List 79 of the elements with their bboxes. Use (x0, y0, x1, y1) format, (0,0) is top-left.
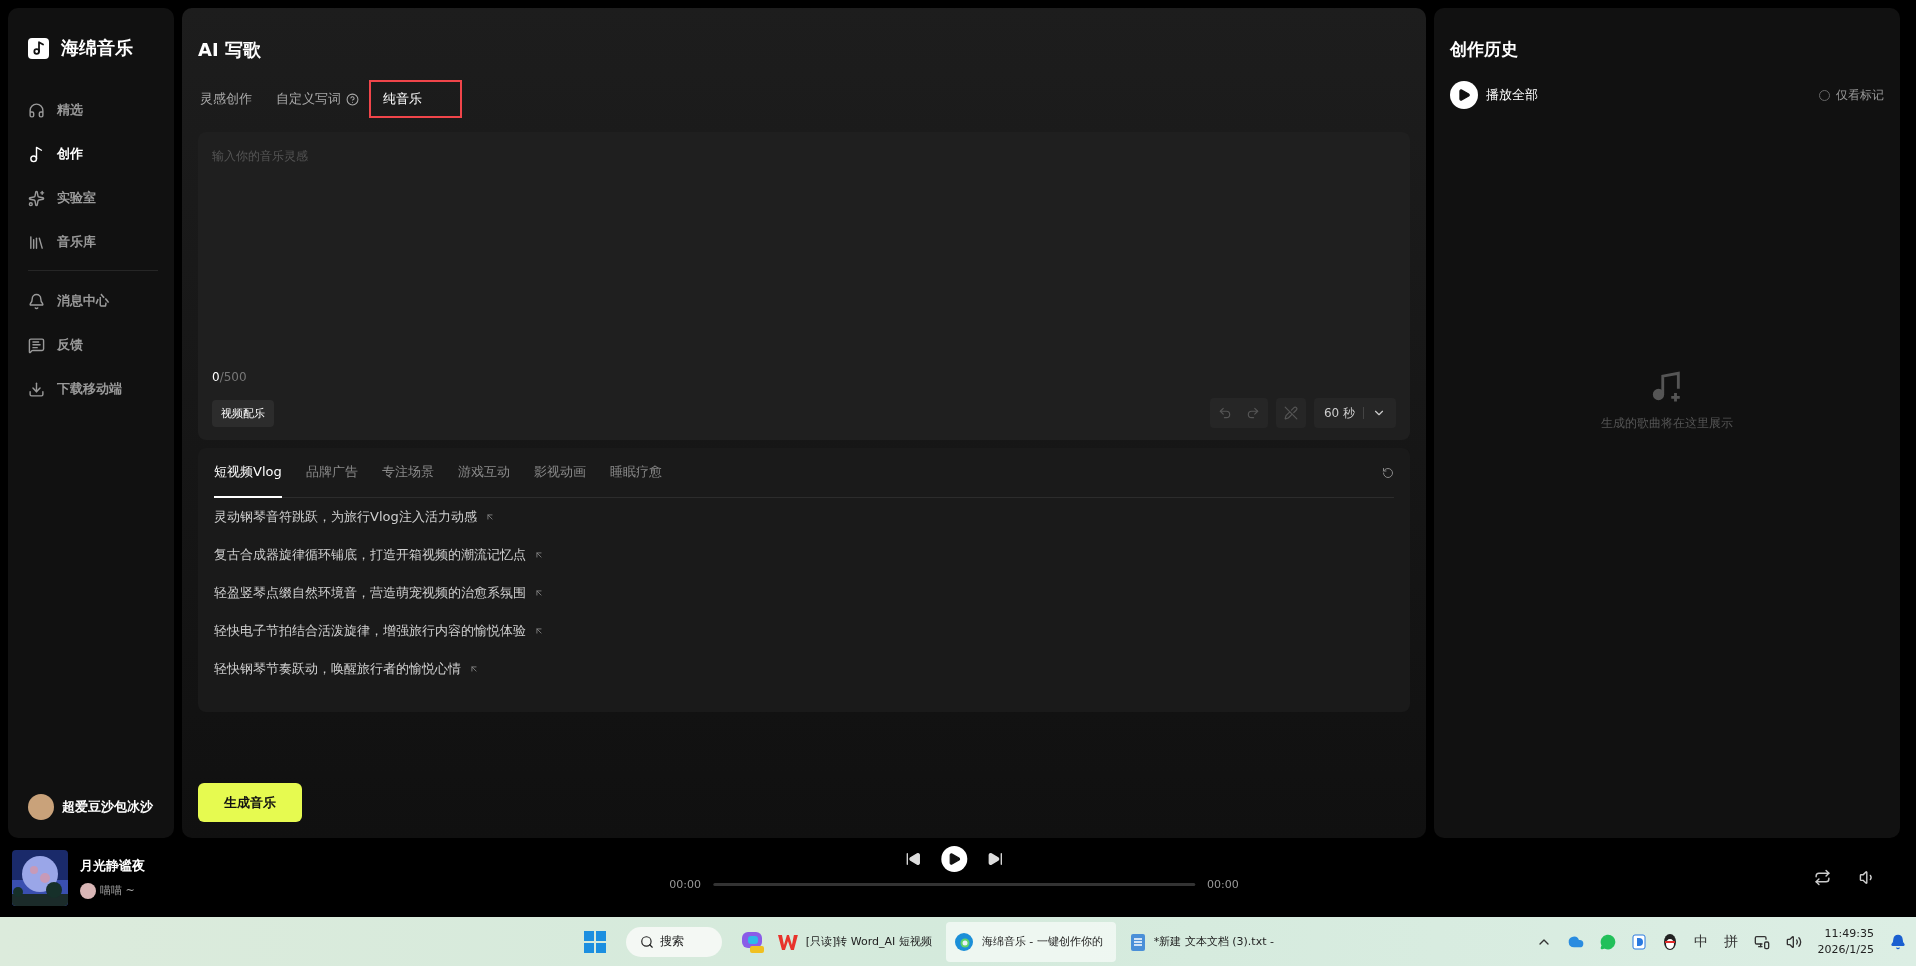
redo-icon[interactable] (1245, 406, 1260, 420)
suggestion-text[interactable]: 轻盈竖琴点缀自然环境音，营造萌宠视频的治愈系氛围 (214, 584, 526, 602)
play-button[interactable] (941, 846, 967, 872)
notepad-icon (1129, 931, 1146, 952)
speaker-icon[interactable] (1785, 933, 1802, 950)
notification-icon[interactable] (1890, 933, 1906, 950)
search-icon (639, 934, 654, 949)
mode-tab[interactable]: 纯音乐 (369, 80, 462, 118)
scene-tab[interactable]: 睡眠疗愈 (609, 447, 662, 498)
empty-message: 生成的歌曲将在这里展示 (1601, 415, 1733, 432)
artist-avatar (80, 882, 96, 899)
message-icon (28, 336, 45, 354)
music-note-icon (28, 145, 45, 163)
duration-select[interactable]: 60 秒 (1313, 398, 1396, 428)
arrow-up-left-icon[interactable] (534, 550, 544, 560)
library-icon (28, 233, 45, 251)
nav-item[interactable]: 创作 (28, 132, 174, 176)
browser-icon (953, 931, 974, 952)
nav-item[interactable]: 反馈 (28, 323, 174, 367)
arrow-up-left-icon[interactable] (534, 626, 544, 636)
help-icon[interactable] (346, 92, 359, 106)
user-avatar[interactable] (28, 794, 54, 820)
arrow-up-left-icon[interactable] (469, 664, 479, 674)
logo-icon (28, 37, 49, 59)
undo-icon[interactable] (1217, 406, 1232, 420)
taskbar-app[interactable]: *新建 文本文档 (3).txt - (1121, 921, 1292, 962)
arrow-up-left-icon[interactable] (534, 588, 544, 598)
nav-item[interactable]: 音乐库 (28, 220, 174, 264)
next-icon[interactable] (987, 851, 1003, 867)
suggestion-text[interactable]: 轻快电子节拍结合活泼旋律，增强旅行内容的愉悦体验 (214, 622, 526, 640)
scene-tab[interactable]: 专注场景 (381, 447, 434, 498)
song-title: 月光静谧夜 (80, 856, 145, 875)
sparkles-icon (28, 189, 45, 207)
artist-name[interactable]: 喵喵 ~ (100, 883, 135, 898)
play-icon (947, 852, 961, 866)
mode-tab[interactable]: 灵感创作 (198, 80, 254, 118)
refresh-icon[interactable] (1382, 466, 1394, 479)
only-marked-option[interactable]: 仅看标记 (1819, 86, 1884, 104)
play-icon (1450, 81, 1478, 109)
play-all-button[interactable]: 播放全部 (1450, 81, 1538, 109)
windows-start-icon[interactable] (583, 930, 606, 953)
previous-icon[interactable] (905, 851, 921, 867)
taskbar-app[interactable]: [只读]转 Word_AI 短视频 (769, 921, 940, 962)
panel-title: 创作历史 (1450, 38, 1519, 61)
taskbar-app[interactable]: 海绵音乐 - 一键创作你的 (945, 921, 1116, 962)
nav-item[interactable]: 消息中心 (28, 279, 174, 323)
page-title: AI 写歌 (198, 38, 262, 62)
network-icon[interactable] (1753, 933, 1770, 950)
bell-icon (28, 292, 45, 310)
current-time: 00:00 (669, 878, 701, 891)
suggestion-text[interactable]: 复古合成器旋律循环铺底，打造开箱视频的潮流记忆点 (214, 546, 526, 564)
suggestion-text[interactable]: 灵动钢琴音符跳跃，为旅行Vlog注入活力动感 (214, 508, 477, 526)
arrow-up-left-icon[interactable] (484, 512, 495, 522)
copilot-icon[interactable] (739, 929, 764, 954)
app-name: 海绵音乐 (61, 36, 133, 60)
scene-tab[interactable]: 影视动画 (533, 447, 586, 498)
video-music-chip[interactable]: 视频配乐 (212, 399, 274, 427)
scene-tab[interactable]: 品牌广告 (305, 447, 358, 498)
generate-button[interactable]: 生成音乐 (198, 783, 302, 822)
nav-item[interactable]: 下载移动端 (28, 367, 174, 411)
scene-tab[interactable]: 游戏互动 (457, 447, 510, 498)
clock[interactable]: 11:49:35 2026/1/25 (1817, 925, 1874, 958)
character-count: 0/500 (212, 370, 248, 384)
nav-item[interactable]: 精选 (28, 88, 174, 132)
scene-tab[interactable]: 短视频Vlog (214, 447, 282, 498)
input-language[interactable]: 中 (1693, 932, 1708, 951)
total-time: 00:00 (1207, 878, 1239, 891)
document-icon[interactable] (1631, 933, 1646, 950)
repeat-icon[interactable] (1814, 869, 1831, 886)
penguin-icon[interactable] (1661, 932, 1678, 951)
taskbar-search[interactable]: 搜索 (625, 926, 722, 957)
headphones-icon (28, 101, 45, 119)
user-name[interactable]: 超爱豆沙包冰沙 (62, 798, 153, 816)
suggestion-text[interactable]: 轻快钢琴节奏跃动，唤醒旅行者的愉悦心情 (214, 660, 461, 678)
input-mode[interactable]: 拼 (1723, 932, 1738, 951)
wps-icon (777, 932, 798, 951)
download-icon (28, 380, 45, 398)
nav-item[interactable]: 实验室 (28, 176, 174, 220)
mode-tab[interactable]: 自定义写词 (274, 80, 361, 118)
